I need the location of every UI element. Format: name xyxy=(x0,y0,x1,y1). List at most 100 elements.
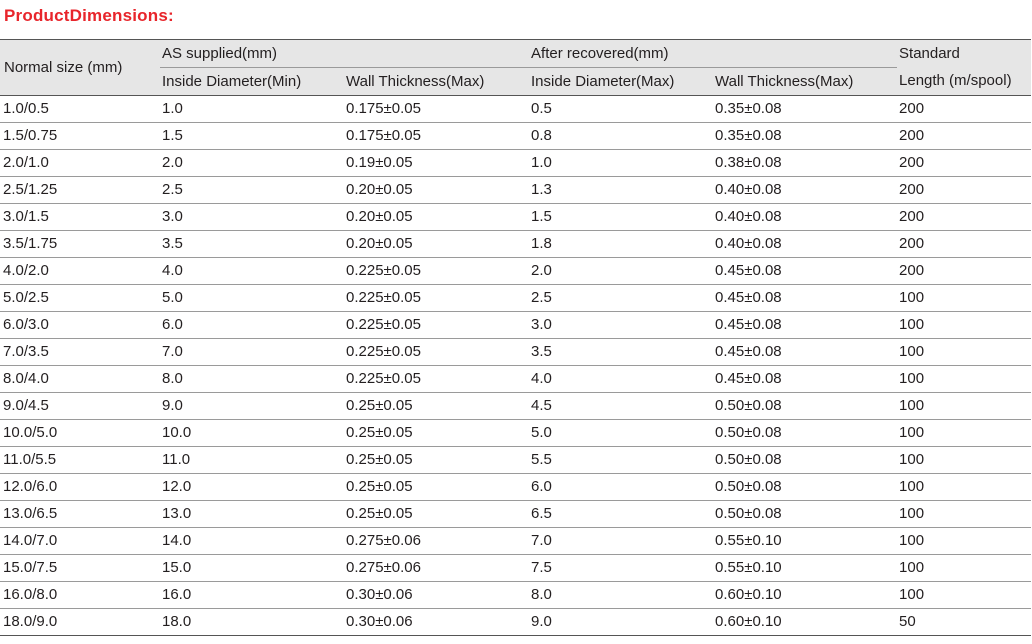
as-wall-thickness-cell: 0.275±0.06 xyxy=(344,527,530,555)
table-row: 2.0/1.0 2.0 0.19±0.05 1.0 0.38±0.08 200 xyxy=(0,149,1032,177)
ar-inside-diameter-cell: 2.0 xyxy=(529,257,714,285)
ar-inside-diameter-cell: 1.0 xyxy=(529,149,714,177)
normal-size-cell: 12.0/6.0 xyxy=(0,473,160,501)
table-row: 12.0/6.0 12.0 0.25±0.05 6.0 0.50±0.08 100 xyxy=(0,473,1032,501)
table-row: 18.0/9.0 18.0 0.30±0.06 9.0 0.60±0.10 50 xyxy=(0,608,1032,636)
as-wall-thickness-cell: 0.30±0.06 xyxy=(344,608,530,636)
length-cell: 100 xyxy=(897,554,1032,582)
as-inside-diameter-cell: 8.0 xyxy=(160,365,344,393)
normal-size-cell: 6.0/3.0 xyxy=(0,311,160,339)
as-wall-thickness-cell: 0.25±0.05 xyxy=(344,419,530,447)
table-row: 10.0/5.0 10.0 0.25±0.05 5.0 0.50±0.08 100 xyxy=(0,419,1032,447)
normal-size-cell: 3.0/1.5 xyxy=(0,203,160,231)
as-wall-thickness-cell: 0.30±0.06 xyxy=(344,581,530,609)
as-inside-diameter-cell: 3.0 xyxy=(160,203,344,231)
length-cell: 100 xyxy=(897,527,1032,555)
as-inside-diameter-cell: 12.0 xyxy=(160,473,344,501)
as-wall-thickness-cell: 0.225±0.05 xyxy=(344,365,530,393)
normal-size-cell: 10.0/5.0 xyxy=(0,419,160,447)
table-row: 1.0/0.5 1.0 0.175±0.05 0.5 0.35±0.08 200 xyxy=(0,95,1032,123)
ar-inside-diameter-cell: 6.5 xyxy=(529,500,714,528)
ar-inside-diameter-cell: 7.0 xyxy=(529,527,714,555)
ar-inside-diameter-cell: 1.5 xyxy=(529,203,714,231)
as-inside-diameter-cell: 5.0 xyxy=(160,284,344,312)
ar-wall-thickness-cell: 0.40±0.08 xyxy=(713,203,898,231)
length-cell: 100 xyxy=(897,338,1032,366)
as-inside-diameter-cell: 1.5 xyxy=(160,122,344,150)
header-ar-wall-thickness: Wall Thickness(Max) xyxy=(713,67,898,96)
as-wall-thickness-cell: 0.225±0.05 xyxy=(344,338,530,366)
as-wall-thickness-cell: 0.225±0.05 xyxy=(344,284,530,312)
ar-wall-thickness-cell: 0.45±0.08 xyxy=(713,284,898,312)
as-wall-thickness-cell: 0.25±0.05 xyxy=(344,500,530,528)
as-inside-diameter-cell: 13.0 xyxy=(160,500,344,528)
normal-size-cell: 5.0/2.5 xyxy=(0,284,160,312)
ar-inside-diameter-cell: 3.0 xyxy=(529,311,714,339)
length-cell: 100 xyxy=(897,392,1032,420)
ar-wall-thickness-cell: 0.45±0.08 xyxy=(713,311,898,339)
ar-wall-thickness-cell: 0.38±0.08 xyxy=(713,149,898,177)
as-wall-thickness-cell: 0.225±0.05 xyxy=(344,257,530,285)
as-wall-thickness-cell: 0.225±0.05 xyxy=(344,311,530,339)
as-inside-diameter-cell: 16.0 xyxy=(160,581,344,609)
ar-inside-diameter-cell: 4.5 xyxy=(529,392,714,420)
as-inside-diameter-cell: 2.0 xyxy=(160,149,344,177)
header-length: Length (m/spool) xyxy=(897,67,1032,96)
length-cell: 100 xyxy=(897,284,1032,312)
ar-inside-diameter-cell: 7.5 xyxy=(529,554,714,582)
ar-wall-thickness-cell: 0.45±0.08 xyxy=(713,338,898,366)
table-row: 1.5/0.75 1.5 0.175±0.05 0.8 0.35±0.08 200 xyxy=(0,122,1032,150)
length-cell: 200 xyxy=(897,176,1032,204)
header-after-recovered: After recovered(mm) xyxy=(529,39,898,68)
ar-inside-diameter-cell: 1.3 xyxy=(529,176,714,204)
normal-size-cell: 15.0/7.5 xyxy=(0,554,160,582)
length-cell: 200 xyxy=(897,149,1032,177)
table-row: 16.0/8.0 16.0 0.30±0.06 8.0 0.60±0.10 100 xyxy=(0,581,1032,609)
ar-inside-diameter-cell: 8.0 xyxy=(529,581,714,609)
as-inside-diameter-cell: 18.0 xyxy=(160,608,344,636)
ar-wall-thickness-cell: 0.55±0.10 xyxy=(713,527,898,555)
ar-wall-thickness-cell: 0.40±0.08 xyxy=(713,230,898,258)
table-row: 8.0/4.0 8.0 0.225±0.05 4.0 0.45±0.08 100 xyxy=(0,365,1032,393)
table-row: 2.5/1.25 2.5 0.20±0.05 1.3 0.40±0.08 200 xyxy=(0,176,1032,204)
ar-inside-diameter-cell: 6.0 xyxy=(529,473,714,501)
header-as-inside-diameter: Inside Diameter(Min) xyxy=(160,67,344,96)
length-cell: 100 xyxy=(897,473,1032,501)
header-ar-inside-diameter: Inside Diameter(Max) xyxy=(529,67,714,96)
ar-inside-diameter-cell: 5.0 xyxy=(529,419,714,447)
ar-wall-thickness-cell: 0.50±0.08 xyxy=(713,419,898,447)
as-inside-diameter-cell: 6.0 xyxy=(160,311,344,339)
header-normal-size: Normal size (mm) xyxy=(0,39,160,96)
length-cell: 100 xyxy=(897,446,1032,474)
table-header: Normal size (mm) AS supplied(mm) After r… xyxy=(0,39,1032,96)
normal-size-cell: 2.0/1.0 xyxy=(0,149,160,177)
normal-size-cell: 2.5/1.25 xyxy=(0,176,160,204)
table-row: 13.0/6.5 13.0 0.25±0.05 6.5 0.50±0.08 100 xyxy=(0,500,1032,528)
as-inside-diameter-cell: 1.0 xyxy=(160,95,344,123)
length-cell: 50 xyxy=(897,608,1032,636)
ar-wall-thickness-cell: 0.55±0.10 xyxy=(713,554,898,582)
normal-size-cell: 18.0/9.0 xyxy=(0,608,160,636)
ar-wall-thickness-cell: 0.50±0.08 xyxy=(713,392,898,420)
as-wall-thickness-cell: 0.19±0.05 xyxy=(344,149,530,177)
ar-wall-thickness-cell: 0.45±0.08 xyxy=(713,365,898,393)
ar-wall-thickness-cell: 0.35±0.08 xyxy=(713,122,898,150)
header-as-supplied: AS supplied(mm) xyxy=(160,39,530,68)
ar-wall-thickness-cell: 0.50±0.08 xyxy=(713,500,898,528)
header-as-wall-thickness: Wall Thickness(Max) xyxy=(344,67,530,96)
as-inside-diameter-cell: 7.0 xyxy=(160,338,344,366)
length-cell: 100 xyxy=(897,311,1032,339)
length-cell: 200 xyxy=(897,230,1032,258)
as-wall-thickness-cell: 0.20±0.05 xyxy=(344,176,530,204)
table-row: 15.0/7.5 15.0 0.275±0.06 7.5 0.55±0.10 100 xyxy=(0,554,1032,582)
length-cell: 200 xyxy=(897,122,1032,150)
ar-inside-diameter-cell: 1.8 xyxy=(529,230,714,258)
as-inside-diameter-cell: 3.5 xyxy=(160,230,344,258)
normal-size-cell: 7.0/3.5 xyxy=(0,338,160,366)
as-wall-thickness-cell: 0.275±0.06 xyxy=(344,554,530,582)
normal-size-cell: 16.0/8.0 xyxy=(0,581,160,609)
normal-size-cell: 3.5/1.75 xyxy=(0,230,160,258)
normal-size-cell: 8.0/4.0 xyxy=(0,365,160,393)
table-row: 3.0/1.5 3.0 0.20±0.05 1.5 0.40±0.08 200 xyxy=(0,203,1032,231)
table-row: 5.0/2.5 5.0 0.225±0.05 2.5 0.45±0.08 100 xyxy=(0,284,1032,312)
